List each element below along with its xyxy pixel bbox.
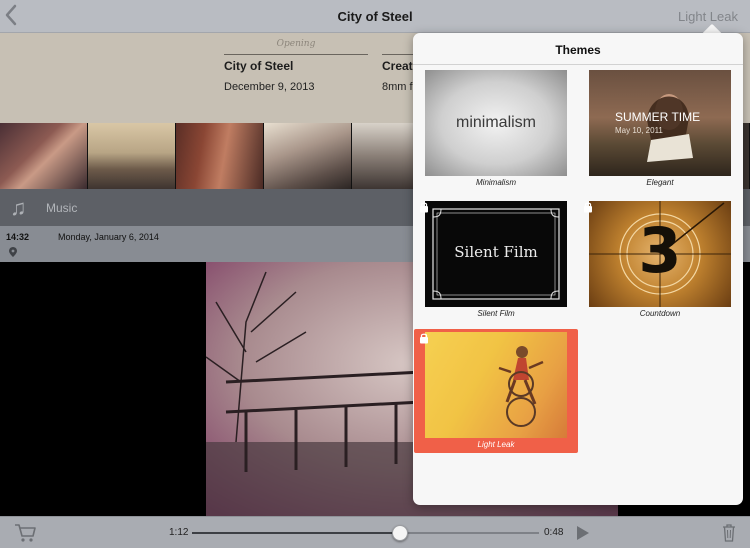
clip-thumbnail[interactable] [176,123,264,189]
movie-date: December 9, 2013 [224,81,315,93]
trash-icon[interactable] [722,523,736,542]
clip-thumbnail[interactable] [0,123,88,189]
theme-thumb-subtext: May 10, 2011 [615,126,663,135]
theme-thumb-text: minimalism [456,114,536,131]
clip-date: Monday, January 6, 2014 [58,232,159,242]
remaining-time: 0:48 [544,527,564,538]
clip-thumbnail[interactable] [88,123,176,189]
scrubber-track[interactable] [192,525,539,541]
navigation-bar: City of Steel Light Leak [0,0,750,33]
theme-elegant[interactable]: SUMMER TIME May 10, 2011 Elegant [578,67,742,191]
page-title: City of Steel [337,9,413,24]
theme-thumbnail: minimalism [425,70,567,176]
theme-name: Silent Film [477,309,515,318]
theme-thumbnail: SUMMER TIME May 10, 2011 [589,70,731,176]
scrubber-progress [192,532,401,534]
theme-silent-film[interactable]: Silent Film Silent Film [414,198,578,322]
scrubber-thumb[interactable] [392,525,409,541]
theme-thumbnail: Silent Film [425,201,567,307]
elapsed-time: 1:12 [169,527,189,538]
header-divider [224,54,368,55]
theme-button[interactable]: Light Leak [678,9,738,24]
lock-icon [420,333,428,344]
theme-light-leak[interactable]: Light Leak [414,329,578,453]
playback-toolbar: 1:12 0:48 [0,516,750,548]
themes-popover: Themes minimalism Minimalism SUMMER TIME… [413,33,743,505]
cart-icon[interactable] [14,523,36,543]
clip-thumbnail[interactable] [264,123,352,189]
creation-value: 8mm f [382,81,413,93]
movie-name: City of Steel [224,59,294,73]
lock-icon [420,202,428,213]
theme-thumbnail: 3 [589,201,731,307]
clip-time: 14:32 [6,232,30,242]
creation-label: Creat [382,59,413,73]
location-pin-icon[interactable] [9,247,17,257]
theme-thumb-text: Silent Film [454,243,538,261]
popover-title: Themes [413,33,743,65]
theme-name: Elegant [646,178,674,187]
music-label: Music [46,201,78,215]
play-icon[interactable] [576,525,590,541]
theme-minimalism[interactable]: minimalism Minimalism [414,67,578,191]
music-note-icon: ♫ [10,195,27,220]
theme-thumb-text: SUMMER TIME [615,110,701,124]
theme-name: Minimalism [476,178,516,187]
opening-label: Opening [276,39,316,49]
theme-name: Countdown [639,309,681,318]
theme-thumbnail [425,332,567,438]
theme-countdown[interactable]: 3 Countdown [578,198,742,322]
theme-name: Light Leak [477,440,515,449]
lock-icon [584,202,592,213]
theme-thumb-text: 3 [638,214,682,287]
